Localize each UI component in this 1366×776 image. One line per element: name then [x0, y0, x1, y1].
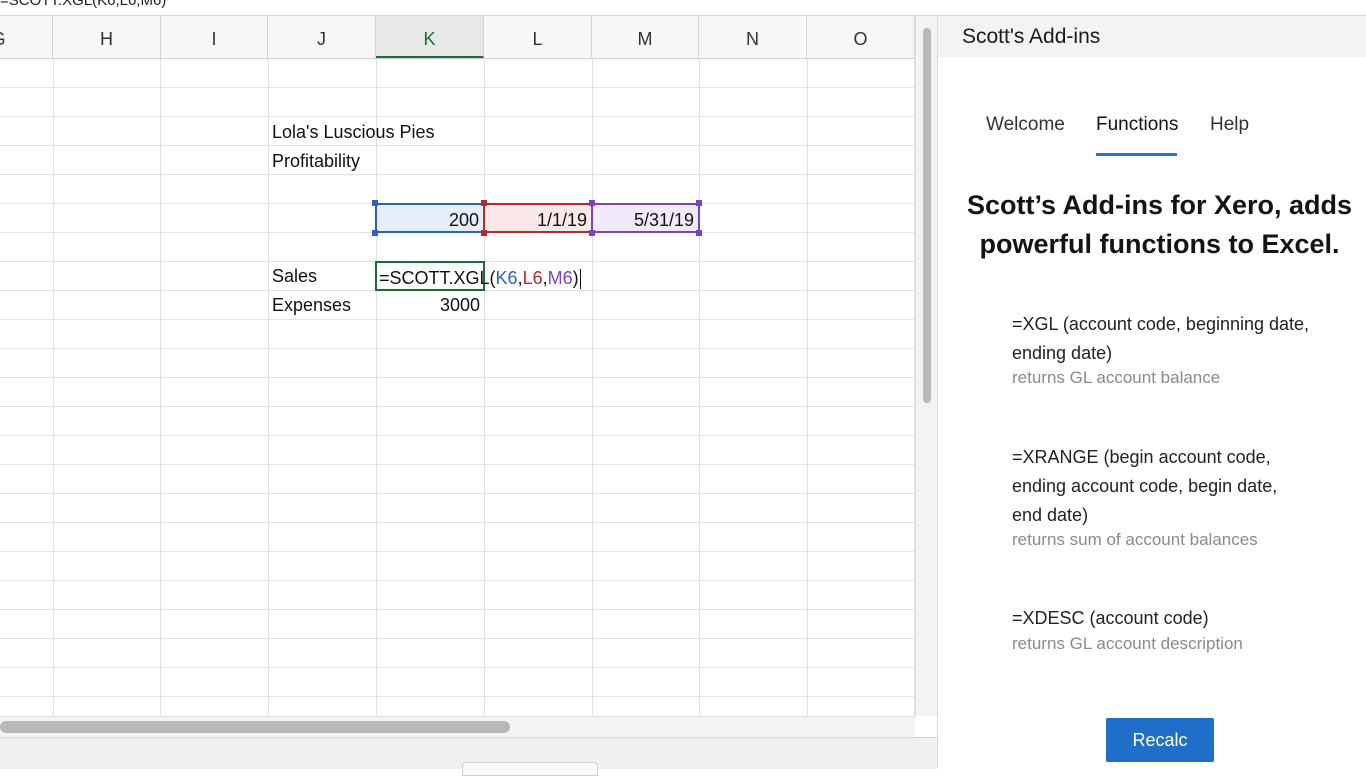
gridline	[0, 87, 915, 88]
column-header-o[interactable]: O	[807, 16, 915, 58]
range-handle[interactable]	[372, 230, 378, 236]
gridline	[53, 59, 54, 716]
gridline	[699, 59, 700, 716]
range-handle[interactable]	[696, 200, 702, 206]
gridline	[0, 348, 915, 349]
function-signature-xdesc: =XDESC (account code)	[1012, 608, 1209, 628]
range-handle[interactable]	[589, 200, 595, 206]
column-header-i[interactable]: I	[161, 16, 268, 58]
range-handle[interactable]	[589, 230, 595, 236]
gridline	[0, 319, 915, 320]
vertical-scrollbar[interactable]	[915, 16, 938, 716]
formula-ref-m6: M6	[547, 268, 573, 288]
task-pane-header: Scott's Add-ins	[938, 16, 1366, 57]
active-tab-indicator	[1096, 153, 1177, 156]
formula-close: )	[572, 268, 579, 288]
cell-k9[interactable]: 3000	[376, 290, 484, 318]
function-signature-xgl: =XGL (account code, beginning date, endi…	[1012, 314, 1310, 363]
gridline	[0, 174, 915, 175]
function-description-xrange: returns sum of account balances	[1012, 530, 1258, 549]
pane-headline: Scott’s Add-ins for Xero, adds powerful …	[966, 190, 1353, 259]
gridline	[0, 435, 915, 436]
gridline	[0, 667, 915, 668]
gridline	[0, 145, 915, 146]
sheet-tab[interactable]	[462, 762, 598, 776]
column-header-j[interactable]: J	[268, 16, 376, 58]
addin-task-pane: Scott's Add-ins Welcome Functions Help S…	[937, 16, 1366, 768]
function-description-xgl: returns GL account balance	[1012, 368, 1221, 387]
gridline	[0, 696, 915, 697]
cell-l6[interactable]: 1/1/19	[483, 203, 593, 233]
gridline	[268, 59, 269, 716]
gridline	[0, 406, 915, 407]
horizontal-scroll-thumb[interactable]	[0, 721, 510, 733]
gridline	[0, 464, 915, 465]
cell-k8-editing[interactable]: =SCOTT.XGL(K6,L6,M6)	[375, 261, 581, 291]
column-header-g[interactable]: G	[0, 16, 53, 58]
gridline	[0, 377, 915, 378]
formula-ref-l6: L6	[522, 268, 543, 288]
gridline	[0, 522, 915, 523]
range-handle[interactable]	[481, 200, 487, 206]
worksheet-grid[interactable]: G H I J K L M N O	[0, 16, 915, 716]
gridline	[0, 493, 915, 494]
function-description-xdesc: returns GL account description	[1012, 634, 1243, 653]
task-pane-title: Scott's Add-ins	[962, 25, 1101, 48]
gridline	[807, 59, 808, 716]
cell-j4-subtitle[interactable]: Profitability	[272, 146, 376, 174]
cell-m6[interactable]: 5/31/19	[591, 203, 700, 233]
vertical-scroll-thumb[interactable]	[923, 28, 931, 403]
gridline	[0, 551, 915, 552]
status-bar	[0, 737, 937, 776]
formula-bar[interactable]: =SCOTT.XGL(K6,L6,M6)	[0, 0, 1366, 16]
tab-welcome[interactable]: Welcome	[986, 114, 1065, 136]
column-header-n[interactable]: N	[699, 16, 807, 58]
cell-j3-title[interactable]: Lola's Luscious Pies	[272, 117, 492, 145]
gridline	[376, 59, 377, 716]
gridline	[0, 609, 915, 610]
cell-grid[interactable]: Lola's Luscious Pies Profitability 200 1…	[0, 59, 915, 716]
formula-bar-text[interactable]: =SCOTT.XGL(K6,L6,M6)	[0, 0, 166, 9]
gridline	[592, 59, 593, 716]
recalc-button[interactable]: Recalc	[1106, 718, 1214, 762]
text-cursor	[579, 269, 581, 290]
formula-ref-k6: K6	[495, 268, 518, 288]
range-handle[interactable]	[481, 230, 487, 236]
column-header-h[interactable]: H	[53, 16, 161, 58]
formula-prefix: =SCOTT.XGL(	[379, 268, 496, 288]
gridline	[0, 638, 915, 639]
cell-j9-expenses[interactable]: Expenses	[272, 290, 376, 318]
horizontal-scrollbar[interactable]	[0, 716, 915, 737]
column-header-m[interactable]: M	[592, 16, 699, 58]
range-handle[interactable]	[696, 230, 702, 236]
cell-j8-sales[interactable]: Sales	[272, 261, 376, 289]
cell-k6[interactable]: 200	[375, 203, 485, 233]
tab-functions[interactable]: Functions	[1096, 114, 1178, 136]
range-handle[interactable]	[372, 200, 378, 206]
column-header-k[interactable]: K	[376, 16, 484, 58]
gridline	[160, 59, 161, 716]
column-header-row: G H I J K L M N O	[0, 16, 915, 59]
gridline	[0, 580, 915, 581]
gridline	[484, 59, 485, 716]
tab-help[interactable]: Help	[1210, 114, 1249, 136]
function-signature-xrange: =XRANGE (begin account code, ending acco…	[1012, 447, 1278, 525]
column-header-l[interactable]: L	[484, 16, 592, 58]
